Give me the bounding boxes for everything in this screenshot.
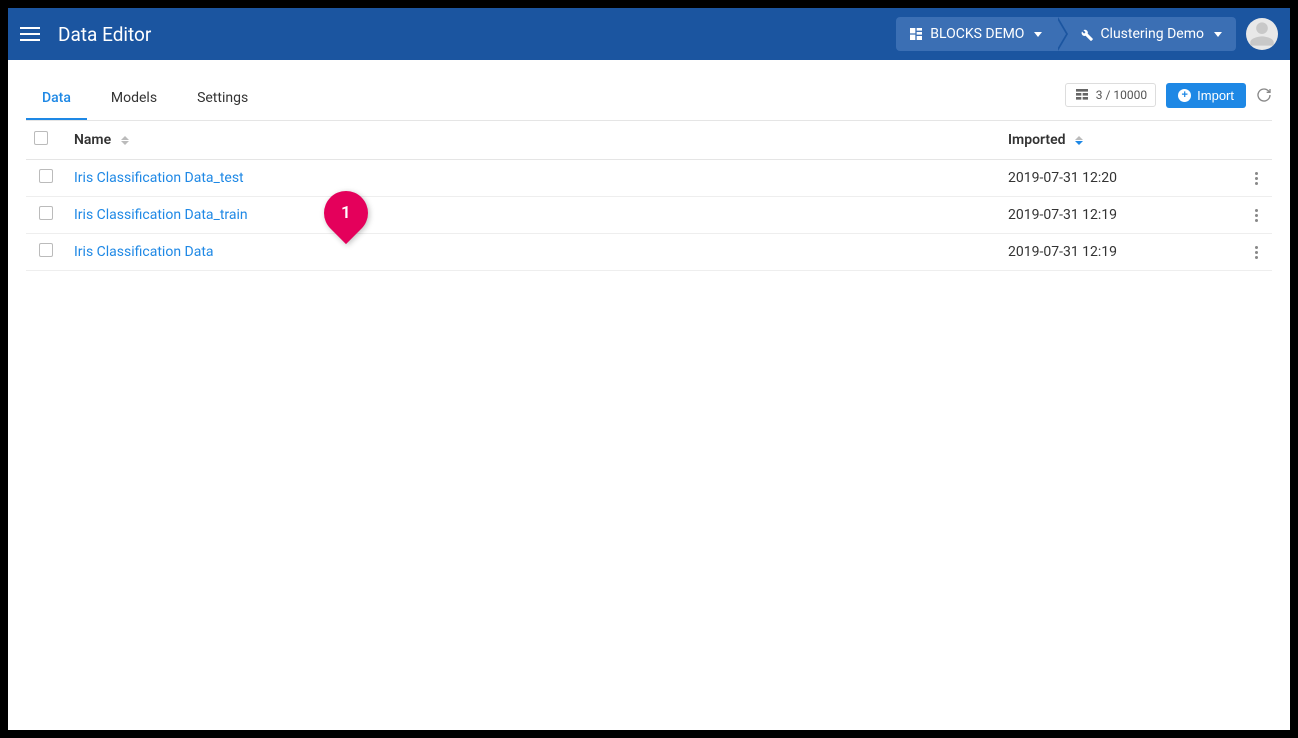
header-imported-label: Imported [1008, 132, 1065, 148]
wrench-icon [1078, 26, 1094, 42]
topbar-left: Data Editor [20, 22, 151, 46]
row-name-link[interactable]: Iris Classification Data_test [74, 170, 244, 186]
avatar[interactable] [1246, 18, 1278, 50]
row-name-link[interactable]: Iris Classification Data [74, 244, 214, 260]
table-row: Iris Classification Data 2019-07-31 12:1… [26, 234, 1272, 271]
row-name-link[interactable]: Iris Classification Data_train [74, 207, 248, 223]
page-title: Data Editor [58, 23, 151, 46]
menu-icon[interactable] [20, 22, 44, 46]
org-icon [908, 26, 924, 42]
tab-models[interactable]: Models [95, 76, 173, 120]
topbar: Data Editor BLOCKS DEMO Clustering Demo [8, 8, 1290, 60]
annotation-number: 1 [341, 203, 351, 223]
table-body: Iris Classification Data_test 2019-07-31… [26, 160, 1272, 271]
data-table: Name Imported Iris Classification Data_ [26, 121, 1272, 271]
chevron-down-icon [1214, 32, 1222, 37]
tab-data[interactable]: Data [26, 76, 87, 120]
table-icon [1074, 87, 1090, 103]
row-checkbox[interactable] [39, 169, 53, 183]
topbar-right: BLOCKS DEMO Clustering Demo [896, 17, 1278, 51]
row-imported: 2019-07-31 12:19 [1000, 234, 1240, 271]
breadcrumb-project-label: Clustering Demo [1100, 26, 1204, 42]
table-row: Iris Classification Data_test 2019-07-31… [26, 160, 1272, 197]
header-name[interactable]: Name [66, 121, 1000, 160]
breadcrumb-project[interactable]: Clustering Demo [1056, 17, 1236, 51]
app-shell: Data Editor BLOCKS DEMO Clustering Demo [8, 8, 1290, 730]
import-button[interactable]: + Import [1166, 83, 1246, 108]
row-count-chip: 3 / 10000 [1065, 83, 1156, 107]
select-all-checkbox[interactable] [34, 131, 48, 145]
toolbar: 3 / 10000 + Import [1065, 83, 1272, 114]
more-icon[interactable] [1248, 209, 1264, 222]
row-checkbox[interactable] [39, 206, 53, 220]
tabbar: Data Models Settings 3 / 10000 + Import [26, 76, 1272, 121]
header-imported[interactable]: Imported [1000, 121, 1240, 160]
row-imported: 2019-07-31 12:20 [1000, 160, 1240, 197]
breadcrumb-org[interactable]: BLOCKS DEMO [896, 17, 1056, 51]
breadcrumb: BLOCKS DEMO Clustering Demo [896, 17, 1236, 51]
content: Data Models Settings 3 / 10000 + Import [8, 60, 1290, 730]
sort-icon [121, 136, 129, 145]
chevron-down-icon [1034, 32, 1042, 37]
header-select [26, 121, 66, 160]
tabs: Data Models Settings [26, 76, 264, 120]
user-icon [1248, 20, 1276, 48]
header-actions [1240, 121, 1272, 160]
import-button-label: Import [1197, 88, 1234, 103]
plus-icon: + [1178, 89, 1191, 102]
row-checkbox[interactable] [39, 243, 53, 257]
breadcrumb-org-label: BLOCKS DEMO [930, 26, 1024, 42]
sort-icon [1075, 136, 1083, 145]
table-row: Iris Classification Data_train 1 2019-07… [26, 197, 1272, 234]
row-imported: 2019-07-31 12:19 [1000, 197, 1240, 234]
more-icon[interactable] [1248, 246, 1264, 259]
row-count-label: 3 / 10000 [1096, 88, 1147, 102]
table-wrap: Name Imported Iris Classification Data_ [26, 121, 1272, 271]
more-icon[interactable] [1248, 172, 1264, 185]
refresh-icon[interactable] [1256, 87, 1272, 103]
tab-settings[interactable]: Settings [181, 76, 264, 120]
header-name-label: Name [74, 132, 111, 148]
